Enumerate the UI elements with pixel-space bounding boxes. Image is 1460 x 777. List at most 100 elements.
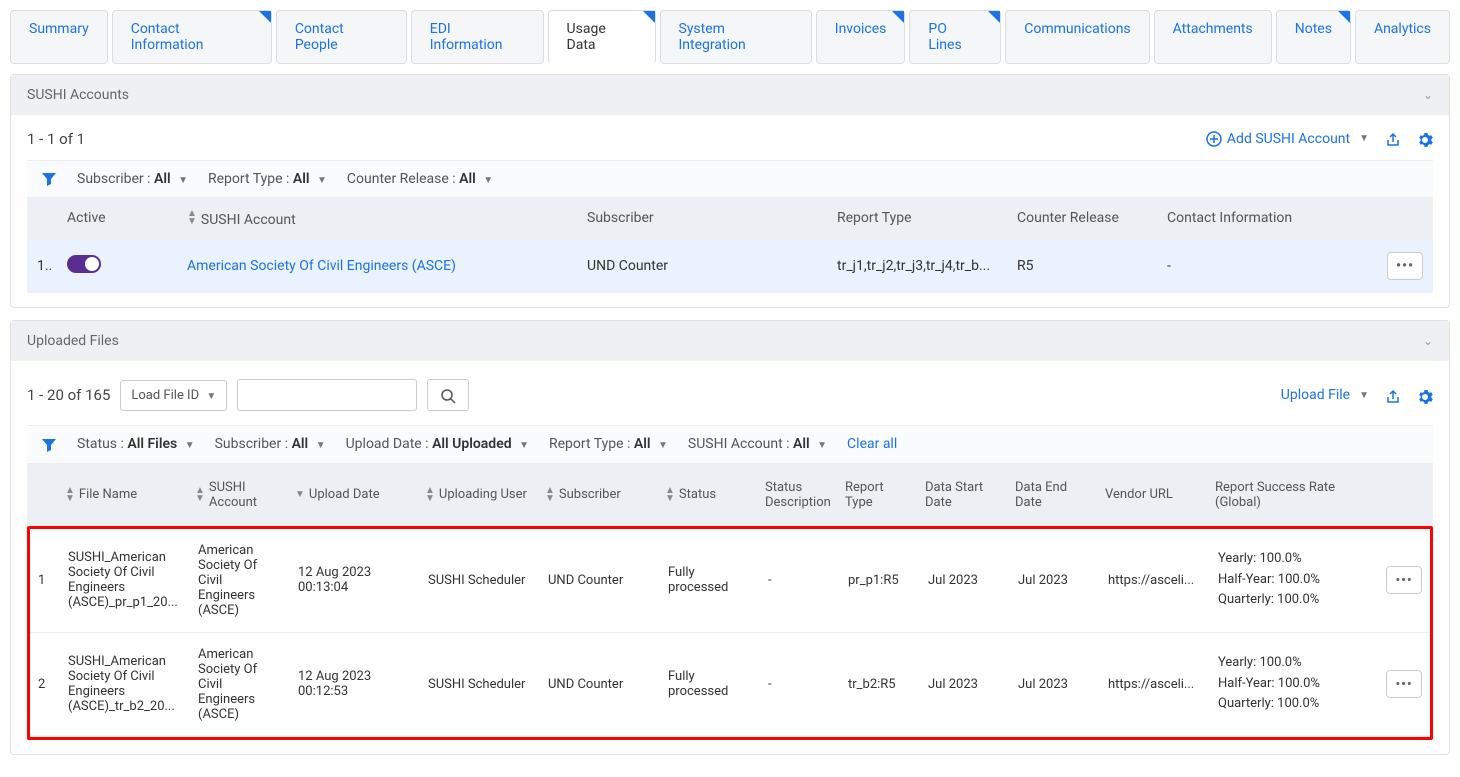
upload-date-cell: 12 Aug 2023 00:13:04 — [290, 529, 420, 632]
tab-contact-information[interactable]: Contact Information — [112, 10, 272, 64]
sushi-panel-title: SUSHI Accounts — [27, 87, 129, 103]
filter-status[interactable]: Status : All Files ▼ — [77, 436, 195, 452]
more-actions-button[interactable]: ••• — [1386, 566, 1422, 594]
data-start-cell: Jul 2023 — [920, 633, 1010, 736]
col-subscriber[interactable]: ▲▼Subscriber — [537, 464, 657, 526]
load-file-id-select[interactable]: Load File ID ▼ — [120, 380, 227, 411]
contact-info-cell: - — [1157, 246, 1347, 286]
row-number: 2 — [30, 633, 60, 736]
filter-upload-date[interactable]: Upload Date : All Uploaded ▼ — [346, 436, 529, 452]
col-upload-date[interactable]: ▼Upload Date — [287, 464, 417, 526]
tab-attachments[interactable]: Attachments — [1154, 10, 1272, 64]
filter-icon[interactable] — [41, 171, 57, 187]
sushi-table-header: Active ▲▼SUSHI Account Subscriber Report… — [27, 198, 1433, 240]
uploaded-panel-title: Uploaded Files — [27, 333, 119, 349]
status-cell: Fully processed — [660, 633, 760, 736]
col-report-type[interactable]: Report Type — [837, 464, 917, 526]
data-end-cell: Jul 2023 — [1010, 633, 1100, 736]
clear-all-link[interactable]: Clear all — [847, 436, 897, 452]
upload-date-cell: 12 Aug 2023 00:12:53 — [290, 633, 420, 736]
search-button[interactable] — [427, 379, 469, 411]
col-success-rate[interactable]: Report Success Rate (Global) — [1207, 464, 1347, 526]
col-sushi-account[interactable]: ▲▼SUSHI Account — [187, 464, 287, 526]
filter-report-type[interactable]: Report Type : All ▼ — [549, 436, 668, 452]
tab-invoices[interactable]: Invoices — [816, 10, 906, 64]
col-data-end[interactable]: Data End Date — [1007, 464, 1097, 526]
uploaded-files-panel: Uploaded Files ⌄ 1 - 20 of 165 Load File… — [10, 320, 1450, 754]
gear-icon[interactable] — [1417, 386, 1433, 405]
col-status[interactable]: ▲▼Status — [657, 464, 757, 526]
sushi-count: 1 - 1 of 1 — [27, 130, 85, 148]
tab-bar: Summary Contact Information Contact Peop… — [10, 10, 1450, 64]
status-desc-cell: - — [760, 633, 840, 736]
subscriber-cell: UND Counter — [540, 529, 660, 632]
sushi-filters: Subscriber : All ▼ Report Type : All ▼ C… — [27, 160, 1433, 198]
export-icon[interactable] — [1385, 386, 1401, 405]
row-number: 1.. — [27, 246, 57, 286]
upload-file-button[interactable]: Upload File ▼ — [1281, 387, 1369, 403]
col-status-description[interactable]: Status Description — [757, 464, 837, 526]
tab-analytics[interactable]: Analytics — [1355, 10, 1450, 64]
row-number: 1 — [30, 529, 60, 632]
col-subscriber[interactable]: Subscriber — [577, 198, 827, 240]
col-counter-release[interactable]: Counter Release — [1007, 198, 1157, 240]
report-type-cell: tr_j1,tr_j2,tr_j3,tr_j4,tr_b... — [827, 246, 1007, 286]
more-actions-button[interactable]: ••• — [1387, 252, 1423, 280]
subscriber-cell: UND Counter — [577, 246, 827, 286]
highlighted-rows: 1 SUSHI_American Society Of Civil Engine… — [27, 526, 1433, 740]
filter-sushi-account[interactable]: SUSHI Account : All ▼ — [688, 436, 827, 452]
sushi-table-row[interactable]: 1.. American Society Of Civil Engineers … — [27, 240, 1433, 293]
more-actions-button[interactable]: ••• — [1386, 670, 1422, 698]
data-end-cell: Jul 2023 — [1010, 529, 1100, 632]
col-file-name[interactable]: ▲▼File Name — [57, 464, 187, 526]
filter-report-type[interactable]: Report Type : All ▼ — [208, 171, 327, 187]
add-sushi-account-button[interactable]: Add SUSHI Account ▼ — [1206, 131, 1369, 147]
tab-summary[interactable]: Summary — [10, 10, 108, 64]
sushi-panel-header[interactable]: SUSHI Accounts ⌄ — [11, 75, 1449, 115]
uploaded-table-row[interactable]: 1 SUSHI_American Society Of Civil Engine… — [30, 529, 1430, 633]
uploaded-count: 1 - 20 of 165 — [27, 386, 110, 404]
filter-counter-release[interactable]: Counter Release : All ▼ — [347, 171, 493, 187]
filter-subscriber[interactable]: Subscriber : All ▼ — [215, 436, 326, 452]
tab-corner-icon — [988, 11, 1000, 23]
col-data-start[interactable]: Data Start Date — [917, 464, 1007, 526]
uploaded-table-row[interactable]: 2 SUSHI_American Society Of Civil Engine… — [30, 633, 1430, 737]
active-toggle[interactable] — [67, 255, 101, 273]
tab-usage-data[interactable]: Usage Data — [548, 10, 656, 64]
filter-subscriber[interactable]: Subscriber : All ▼ — [77, 171, 188, 187]
uploaded-filters: Status : All Files ▼ Subscriber : All ▼ … — [27, 425, 1433, 463]
success-rate-cell: Yearly: 100.0% Half-Year: 100.0% Quarter… — [1210, 633, 1350, 736]
sushi-account-link[interactable]: American Society Of Civil Engineers (ASC… — [177, 246, 577, 286]
col-uploading-user[interactable]: ▲▼Uploading User — [417, 464, 537, 526]
col-contact-info[interactable]: Contact Information — [1157, 198, 1347, 240]
tab-communications[interactable]: Communications — [1005, 10, 1149, 64]
load-file-id-input[interactable] — [237, 379, 417, 411]
uploaded-table-header: ▲▼File Name ▲▼SUSHI Account ▼Upload Date… — [27, 464, 1433, 526]
uploaded-panel-header[interactable]: Uploaded Files ⌄ — [11, 321, 1449, 361]
tab-corner-icon — [892, 11, 904, 23]
report-type-cell: pr_p1:R5 — [840, 529, 920, 632]
tab-contact-people[interactable]: Contact People — [276, 10, 407, 64]
gear-icon[interactable] — [1417, 129, 1433, 148]
tab-edi-information[interactable]: EDI Information — [411, 10, 544, 64]
sushi-accounts-panel: SUSHI Accounts ⌄ 1 - 1 of 1 Add SUSHI Ac… — [10, 74, 1450, 308]
chevron-down-icon: ⌄ — [1423, 88, 1433, 102]
tab-po-lines[interactable]: PO Lines — [909, 10, 1001, 64]
filter-icon[interactable] — [41, 436, 57, 452]
export-icon[interactable] — [1385, 129, 1401, 148]
col-report-type[interactable]: Report Type — [827, 198, 1007, 240]
col-active[interactable]: Active — [57, 198, 177, 240]
status-cell: Fully processed — [660, 529, 760, 632]
file-name-link[interactable]: SUSHI_American Society Of Civil Engineer… — [60, 529, 190, 632]
vendor-url-cell: https://asceli... — [1100, 529, 1210, 632]
data-start-cell: Jul 2023 — [920, 529, 1010, 632]
tab-corner-icon — [259, 11, 271, 23]
search-icon — [440, 388, 456, 404]
col-sushi-account[interactable]: ▲▼SUSHI Account — [177, 198, 577, 240]
tab-system-integration[interactable]: System Integration — [660, 10, 812, 64]
tab-notes[interactable]: Notes — [1276, 10, 1351, 64]
file-name-link[interactable]: SUSHI_American Society Of Civil Engineer… — [60, 633, 190, 736]
plus-circle-icon — [1206, 131, 1222, 147]
col-vendor-url[interactable]: Vendor URL — [1097, 464, 1207, 526]
sushi-account-cell: American Society Of Civil Engineers (ASC… — [190, 529, 290, 632]
